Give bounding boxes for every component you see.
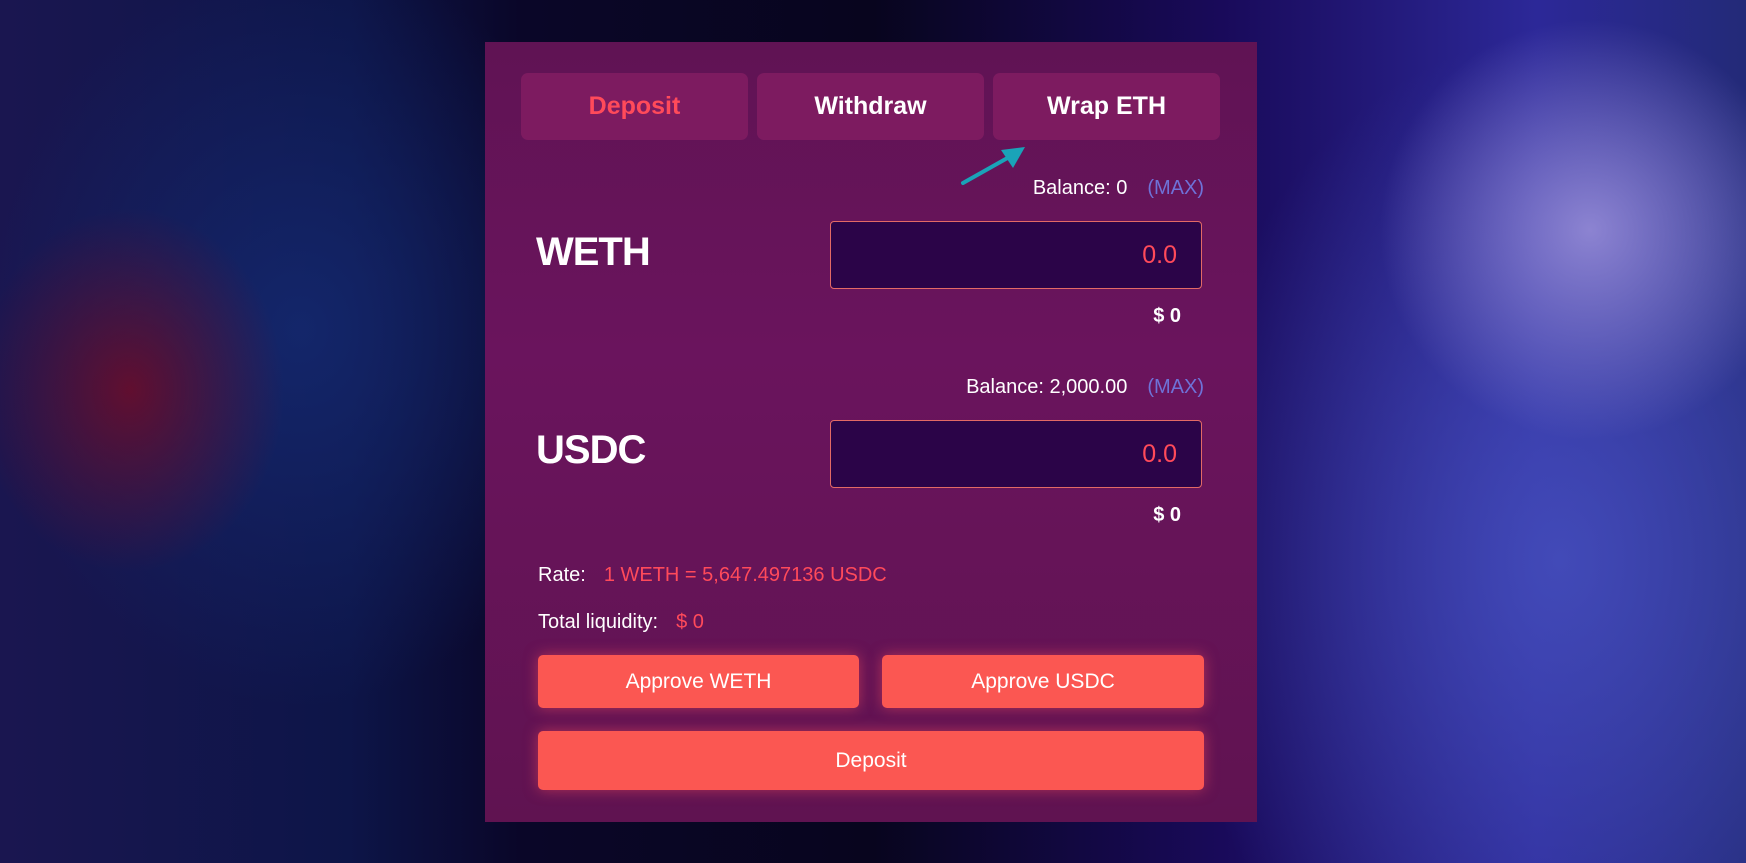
approve-usdc-button[interactable]: Approve USDC [882,655,1204,708]
approve-weth-button[interactable]: Approve WETH [538,655,859,708]
rate-label: Rate: [538,564,586,586]
liquidity-label: Total liquidity: [538,611,659,633]
usdc-amount-input[interactable] [830,420,1202,488]
usdc-balance: Balance: 2,000.00 [966,376,1128,398]
pointer-arrow-icon [961,147,1025,185]
usdc-usd-value: $ 0 [1153,504,1181,526]
weth-balance: Balance: 0 [1032,177,1128,199]
rate-value: 1 WETH = 5,647.497136 USDC [603,564,887,586]
tab-wrap-eth[interactable]: Wrap ETH [993,73,1220,140]
usdc-token-label: USDC [536,428,646,472]
rate-row: Rate: 1 WETH = 5,647.497136 USDC [538,564,887,587]
usdc-max-button[interactable]: (MAX) [1147,376,1204,399]
weth-amount-input[interactable] [830,221,1202,289]
usdc-balance-row: Balance: 2,000.00 (MAX) [966,376,1204,399]
tab-withdraw[interactable]: Withdraw [757,73,984,140]
deposit-button[interactable]: Deposit [538,731,1204,790]
weth-token-label: WETH [536,230,651,274]
weth-max-button[interactable]: (MAX) [1147,177,1204,200]
liquidity-row: Total liquidity: $ 0 [538,611,704,634]
weth-usd-value: $ 0 [1153,305,1181,327]
liquidity-value: $ 0 [676,611,704,633]
weth-balance-row: Balance: 0 (MAX) [1033,177,1204,200]
liquidity-panel: Deposit Withdraw Wrap ETH Balance: 0 (MA… [485,42,1257,822]
tab-deposit[interactable]: Deposit [521,73,748,140]
